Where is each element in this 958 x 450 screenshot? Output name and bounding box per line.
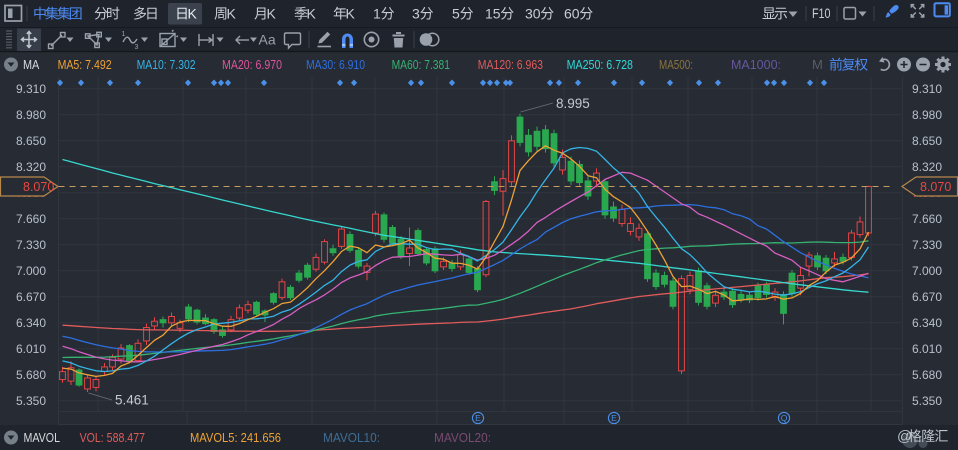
svg-text:6.670: 6.670 xyxy=(912,290,942,304)
svg-text:K: K xyxy=(227,6,237,22)
svg-text:6.670: 6.670 xyxy=(16,290,46,304)
svg-text:M: M xyxy=(812,57,823,72)
svg-text:MA120: 6.963: MA120: 6.963 xyxy=(478,57,543,72)
svg-text:MA10: 7.302: MA10: 7.302 xyxy=(137,57,196,72)
svg-text:8.995: 8.995 xyxy=(556,96,590,111)
svg-text:MA250: 6.728: MA250: 6.728 xyxy=(567,57,633,72)
svg-text:30: 30 xyxy=(525,6,541,22)
svg-text:6.010: 6.010 xyxy=(16,342,46,356)
svg-text:K: K xyxy=(188,6,198,22)
svg-text:8.320: 8.320 xyxy=(912,160,942,174)
svg-text:MA30: 6.910: MA30: 6.910 xyxy=(306,57,365,72)
svg-text:8.650: 8.650 xyxy=(16,134,46,148)
svg-text:7.330: 7.330 xyxy=(912,238,942,252)
svg-text:1: 1 xyxy=(122,31,126,38)
svg-text:1: 1 xyxy=(373,6,381,22)
svg-text:5.350: 5.350 xyxy=(16,394,46,408)
svg-text:3: 3 xyxy=(412,6,420,22)
svg-text:8.650: 8.650 xyxy=(912,134,942,148)
svg-text:5.461: 5.461 xyxy=(115,393,149,408)
svg-text:7.660: 7.660 xyxy=(16,212,46,226)
svg-text:9.310: 9.310 xyxy=(16,82,46,96)
svg-text:K: K xyxy=(267,6,277,22)
svg-text:6.340: 6.340 xyxy=(912,316,942,330)
svg-text:Q: Q xyxy=(781,413,788,423)
svg-text:7.330: 7.330 xyxy=(16,238,46,252)
svg-text:MA20: 6.970: MA20: 6.970 xyxy=(222,57,282,72)
svg-text:9.310: 9.310 xyxy=(912,82,942,96)
svg-text:8.980: 8.980 xyxy=(16,108,46,122)
svg-text:8.320: 8.320 xyxy=(16,160,46,174)
svg-text:6.010: 6.010 xyxy=(912,342,942,356)
svg-text:K: K xyxy=(346,6,356,22)
svg-text:3: 3 xyxy=(135,44,139,51)
svg-text:F10: F10 xyxy=(812,6,831,21)
svg-text:E: E xyxy=(475,413,481,423)
svg-text:15: 15 xyxy=(485,6,501,22)
svg-text:MAVOL20:: MAVOL20: xyxy=(434,430,491,445)
svg-text:MAVOL: MAVOL xyxy=(24,430,61,445)
svg-text:MAVOL10:: MAVOL10: xyxy=(323,430,380,445)
svg-text:5.680: 5.680 xyxy=(912,368,942,382)
svg-text:5: 5 xyxy=(452,6,460,22)
svg-text:5.680: 5.680 xyxy=(16,368,46,382)
svg-text:7.660: 7.660 xyxy=(912,212,942,226)
svg-text:Aa: Aa xyxy=(259,32,276,48)
svg-text:MA1000:: MA1000: xyxy=(731,57,781,72)
svg-text:K: K xyxy=(307,6,317,22)
svg-text:8.980: 8.980 xyxy=(912,108,942,122)
svg-text:MA: MA xyxy=(23,57,40,72)
svg-text:MA5: 7.492: MA5: 7.492 xyxy=(58,57,112,72)
svg-text:MAVOL5: 241.656: MAVOL5: 241.656 xyxy=(190,430,281,445)
svg-text:E: E xyxy=(611,413,617,423)
svg-text:8.070: 8.070 xyxy=(920,180,951,194)
svg-text:VOL: 588.477: VOL: 588.477 xyxy=(80,430,145,445)
svg-text:5.350: 5.350 xyxy=(912,394,942,408)
svg-text:MA500:: MA500: xyxy=(659,57,693,72)
svg-text:MA60: 7.381: MA60: 7.381 xyxy=(392,57,450,72)
svg-text:60: 60 xyxy=(564,6,580,22)
svg-text:6.340: 6.340 xyxy=(16,316,46,330)
svg-text:8.070: 8.070 xyxy=(23,180,54,194)
svg-text:7.000: 7.000 xyxy=(16,264,46,278)
svg-text:7.000: 7.000 xyxy=(912,264,942,278)
